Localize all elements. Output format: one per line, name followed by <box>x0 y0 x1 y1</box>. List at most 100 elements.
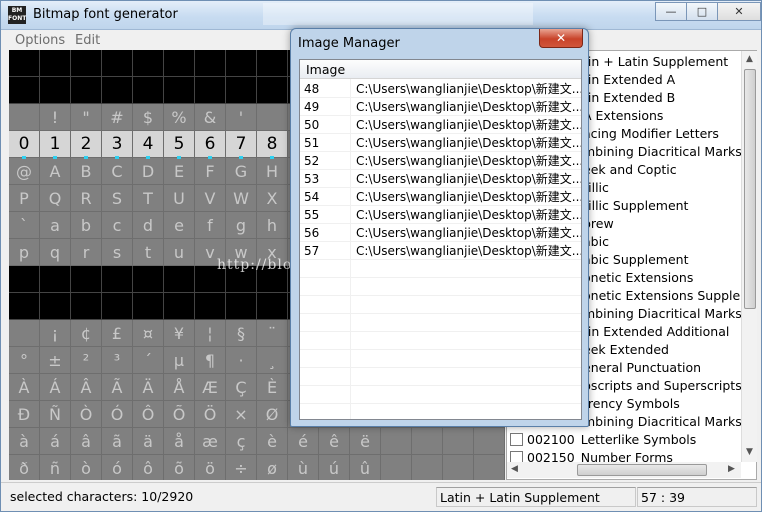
glyph-cell[interactable]: ' <box>226 104 257 131</box>
image-row[interactable]: 51 C:\Users\wanglianjie\Desktop\新建文... <box>300 134 581 152</box>
subset-list-item[interactable]: onetic Extensions Supple... <box>583 287 752 305</box>
subset-list-horizontal-scrollbar[interactable]: ◀ ▶ <box>507 462 741 478</box>
glyph-cell[interactable]: ú <box>319 455 350 480</box>
glyph-cell[interactable]: 6 <box>195 131 226 159</box>
glyph-cell[interactable]: 5 <box>164 131 195 159</box>
glyph-cell[interactable] <box>71 293 102 320</box>
subset-list-item[interactable]: mbining Diacritical Marks <box>583 413 742 431</box>
maximize-button[interactable]: □ <box>686 2 718 21</box>
subset-list-item[interactable]: abic Supplement <box>583 251 689 269</box>
glyph-cell[interactable]: R <box>71 185 102 212</box>
glyph-cell[interactable]: A <box>40 158 71 185</box>
glyph-cell[interactable]: V <box>195 185 226 212</box>
glyph-cell[interactable]: @ <box>9 158 40 185</box>
glyph-cell[interactable]: $ <box>133 104 164 131</box>
glyph-cell[interactable]: · <box>226 347 257 374</box>
glyph-cell[interactable] <box>40 266 71 293</box>
glyph-cell[interactable]: ¦ <box>195 320 226 347</box>
image-row[interactable]: 52 C:\Users\wanglianjie\Desktop\新建文... <box>300 152 581 170</box>
scroll-left-icon[interactable]: ◀ <box>511 464 518 474</box>
glyph-cell[interactable]: ä <box>133 428 164 455</box>
glyph-cell[interactable] <box>381 455 412 480</box>
glyph-cell[interactable] <box>9 50 40 77</box>
glyph-cell[interactable] <box>133 293 164 320</box>
glyph-cell[interactable]: ² <box>71 347 102 374</box>
glyph-cell[interactable]: 2 <box>71 131 102 159</box>
subset-list-item[interactable]: tin Extended A <box>583 71 675 89</box>
subset-list-item[interactable]: mbining Diacritical Marks <box>583 143 742 161</box>
glyph-cell[interactable]: X <box>257 185 288 212</box>
glyph-cell[interactable]: § <box>226 320 257 347</box>
glyph-cell[interactable]: à <box>9 428 40 455</box>
glyph-cell[interactable]: ¶ <box>195 347 226 374</box>
glyph-cell[interactable]: Â <box>71 374 102 401</box>
glyph-cell[interactable]: é <box>288 428 319 455</box>
glyph-cell[interactable]: U <box>164 185 195 212</box>
glyph-cell[interactable] <box>164 50 195 77</box>
glyph-cell[interactable] <box>257 50 288 77</box>
glyph-cell[interactable]: x <box>257 239 288 266</box>
glyph-cell[interactable]: Æ <box>195 374 226 401</box>
glyph-cell[interactable]: È <box>257 374 288 401</box>
scroll-down-icon[interactable]: ▼ <box>746 447 753 457</box>
subset-list-item[interactable]: bscripts and Superscripts <box>583 377 742 395</box>
glyph-cell[interactable] <box>443 428 474 455</box>
glyph-cell[interactable]: H <box>257 158 288 185</box>
glyph-cell[interactable]: ! <box>40 104 71 131</box>
glyph-cell[interactable]: µ <box>164 347 195 374</box>
glyph-cell[interactable]: Ó <box>102 401 133 428</box>
glyph-cell[interactable]: S <box>102 185 133 212</box>
glyph-cell[interactable] <box>195 293 226 320</box>
glyph-cell[interactable] <box>71 266 102 293</box>
menu-edit[interactable]: Edit <box>75 33 100 48</box>
close-button[interactable]: ✕ <box>717 2 761 21</box>
glyph-cell[interactable]: a <box>40 212 71 239</box>
glyph-cell[interactable] <box>226 293 257 320</box>
glyph-cell[interactable] <box>412 455 443 480</box>
image-row[interactable]: 56 C:\Users\wanglianjie\Desktop\新建文... <box>300 224 581 242</box>
subset-list-item[interactable]: A Extensions <box>583 107 663 125</box>
subset-list-item[interactable]: tin Extended B <box>583 89 675 107</box>
glyph-cell[interactable]: r <box>71 239 102 266</box>
glyph-cell[interactable] <box>195 50 226 77</box>
glyph-cell[interactable] <box>195 266 226 293</box>
dialog-close-button[interactable]: ✕ <box>539 29 583 48</box>
glyph-cell[interactable]: Ø <box>257 401 288 428</box>
glyph-cell[interactable] <box>226 77 257 104</box>
glyph-cell[interactable]: Á <box>40 374 71 401</box>
glyph-cell[interactable] <box>9 293 40 320</box>
glyph-cell[interactable]: ç <box>226 428 257 455</box>
image-row[interactable]: 57 C:\Users\wanglianjie\Desktop\新建文... <box>300 242 581 260</box>
glyph-cell[interactable] <box>71 77 102 104</box>
glyph-cell[interactable]: ã <box>102 428 133 455</box>
glyph-cell[interactable]: T <box>133 185 164 212</box>
glyph-cell[interactable]: q <box>40 239 71 266</box>
glyph-cell[interactable]: D <box>133 158 164 185</box>
glyph-cell[interactable]: B <box>71 158 102 185</box>
glyph-cell[interactable]: ¨ <box>257 320 288 347</box>
glyph-cell[interactable]: ` <box>9 212 40 239</box>
image-row[interactable]: 55 C:\Users\wanglianjie\Desktop\新建文... <box>300 206 581 224</box>
glyph-cell[interactable]: ñ <box>40 455 71 480</box>
glyph-cell[interactable] <box>102 293 133 320</box>
glyph-cell[interactable]: 8 <box>257 131 288 159</box>
glyph-cell[interactable]: Ñ <box>40 401 71 428</box>
glyph-cell[interactable]: Ç <box>226 374 257 401</box>
scrollbar-thumb-horizontal[interactable] <box>577 464 707 476</box>
glyph-cell[interactable]: 1 <box>40 131 71 159</box>
minimize-button[interactable]: — <box>655 2 687 21</box>
glyph-cell[interactable] <box>226 50 257 77</box>
glyph-cell[interactable]: W <box>226 185 257 212</box>
glyph-cell[interactable] <box>226 266 257 293</box>
glyph-cell[interactable]: Ô <box>133 401 164 428</box>
image-row[interactable]: 48 C:\Users\wanglianjie\Desktop\新建文... <box>300 80 581 98</box>
subset-list-item[interactable]: mbining Diacritical Marks <box>583 305 742 323</box>
glyph-cell[interactable]: Q <box>40 185 71 212</box>
subset-list-vertical-scrollbar[interactable]: ▲ ▼ <box>741 51 757 462</box>
glyph-cell[interactable] <box>412 428 443 455</box>
scroll-up-icon[interactable]: ▲ <box>746 54 753 64</box>
glyph-cell[interactable] <box>9 320 40 347</box>
image-row[interactable]: 53 C:\Users\wanglianjie\Desktop\新建文... <box>300 170 581 188</box>
glyph-cell[interactable]: & <box>195 104 226 131</box>
glyph-cell[interactable]: è <box>257 428 288 455</box>
